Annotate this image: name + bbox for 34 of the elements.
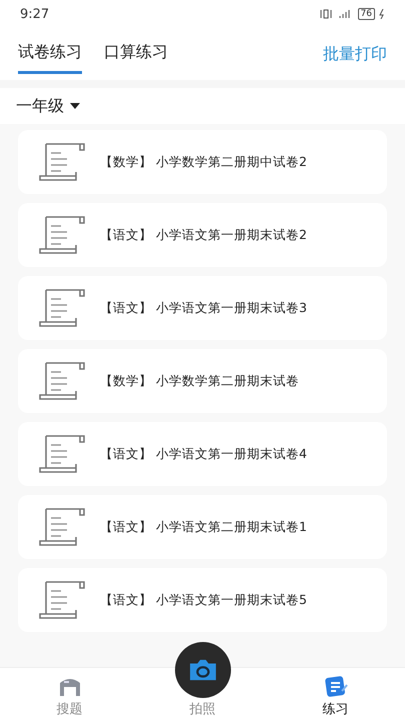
- paper-card[interactable]: 【数学】 小学数学第二册期末试卷: [18, 349, 387, 413]
- tab[interactable]: 试卷练习: [18, 34, 82, 74]
- paper-title: 【语文】 小学语文第二册期末试卷1: [100, 518, 307, 536]
- paper-title: 【语文】 小学语文第一册期末试卷4: [100, 446, 307, 462]
- battery-level: 76: [358, 8, 375, 20]
- paper-card[interactable]: 【语文】 小学语文第二册期末试卷1: [18, 495, 387, 559]
- grade-dropdown[interactable]: 一年级: [16, 96, 80, 116]
- scroll-document-icon: [38, 361, 86, 401]
- paper-card[interactable]: 【语文】 小学语文第一册期末试卷3: [18, 276, 387, 340]
- scroll-document-icon: [38, 580, 86, 620]
- batch-print-button[interactable]: 批量打印: [323, 44, 387, 64]
- paper-card[interactable]: 【语文】 小学语文第一册期末试卷2: [18, 203, 387, 267]
- camera-icon: [188, 658, 218, 682]
- nav-item[interactable]: 搜题: [0, 668, 139, 720]
- nav-label[interactable]: 拍照: [190, 700, 216, 718]
- scroll-document-icon: [38, 142, 86, 182]
- paper-card[interactable]: 【语文】 小学语文第一册期末试卷5: [18, 568, 387, 632]
- scroll-document-icon: [38, 215, 86, 255]
- paper-card[interactable]: 【语文】 小学语文第一册期末试卷4: [18, 422, 387, 486]
- nav-item[interactable]: 练习: [266, 668, 405, 720]
- dropdown-caret-icon: [70, 103, 80, 109]
- paper-card[interactable]: 【数学】 小学数学第二册期中试卷2: [18, 130, 387, 194]
- checklist-icon: [322, 675, 348, 697]
- scroll-document-icon: [38, 288, 86, 328]
- charging-icon: [379, 9, 385, 19]
- paper-title: 【语文】 小学语文第一册期末试卷5: [100, 592, 307, 608]
- status-time: 9:27: [20, 6, 50, 22]
- paper-title: 【语文】 小学语文第一册期末试卷2: [100, 226, 307, 244]
- paper-title: 【数学】 小学数学第二册期末试卷: [100, 372, 299, 390]
- scroll-document-icon: [38, 507, 86, 547]
- paper-title: 【数学】 小学数学第二册期中试卷2: [100, 154, 307, 170]
- tab[interactable]: 口算练习: [104, 34, 168, 74]
- scroll-document-icon: [38, 434, 86, 474]
- paper-title: 【语文】 小学语文第一册期末试卷3: [100, 300, 307, 316]
